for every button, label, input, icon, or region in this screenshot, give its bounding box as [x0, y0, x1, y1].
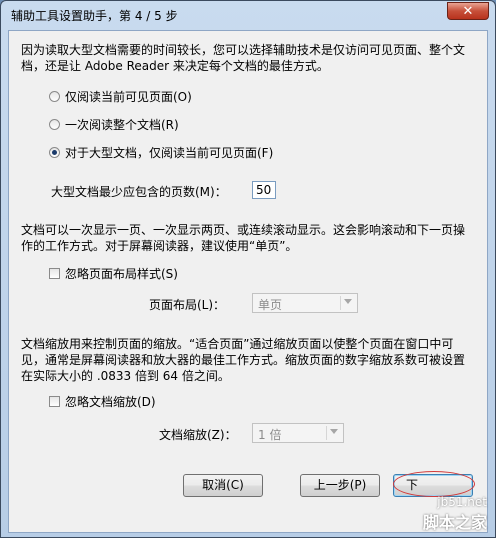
doc-zoom-select[interactable]: 1 倍 — [252, 423, 344, 443]
window-title: 辅助工具设置助手，第 4 / 5 步 — [11, 9, 178, 23]
radio-button[interactable] — [49, 91, 60, 102]
ignore-layout-checkbox[interactable] — [49, 268, 60, 279]
radio-read-visible[interactable]: 仅阅读当前可见页面(O) — [49, 88, 192, 105]
doc-zoom-label: 文档缩放(Z)： — [159, 428, 237, 442]
ignore-zoom-checkbox-row[interactable]: 忽略文档缩放(D) — [49, 393, 156, 410]
ignore-layout-checkbox-row[interactable]: 忽略页面布局样式(S) — [49, 265, 178, 282]
close-button[interactable]: ✕ — [447, 2, 489, 20]
layout-description: 文档可以一次显示一页、一次显示两页、或连续滚动显示。这会影响滚动和下一页操 作的… — [21, 222, 465, 254]
ignore-zoom-label: 忽略文档缩放(D) — [65, 395, 156, 409]
radio-label: 一次阅读整个文档(R) — [65, 118, 179, 132]
intro-line-2: 档，还是让 Adobe Reader 来决定每个文档的最佳方式。 — [21, 59, 329, 73]
title-bar[interactable]: 辅助工具设置助手，第 4 / 5 步 ✕ — [1, 1, 495, 29]
min-pages-label: 大型文档最少应包含的页数(M)： — [51, 185, 227, 199]
chevron-down-icon — [330, 429, 338, 434]
dialog-content: 因为读取大型文档需要的时间较长，您可以选择辅助技术是仅访问可见页面、整个文 档，… — [8, 30, 488, 533]
zoom-line-3: 在实际大小的 .0833 倍到 64 倍之间。 — [21, 369, 230, 383]
radio-read-whole[interactable]: 一次阅读整个文档(R) — [49, 116, 179, 133]
watermark: jb51.net 脚本之家 — [423, 495, 487, 533]
watermark-brand: 脚本之家 — [422, 513, 487, 532]
highlight-annotation — [393, 471, 475, 497]
dialog-window: 辅助工具设置助手，第 4 / 5 步 ✕ 因为读取大型文档需要的时间较长，您可以… — [0, 0, 496, 538]
radio-button[interactable] — [49, 119, 60, 130]
chevron-down-icon — [344, 299, 352, 304]
doc-zoom-value: 1 倍 — [258, 428, 282, 442]
zoom-description: 文档缩放用来控制页面的缩放。“适合页面”通过缩放页面以使整个页面在窗口中可 见，… — [21, 336, 465, 384]
intro-line-1: 因为读取大型文档需要的时间较长，您可以选择辅助技术是仅访问可见页面、整个文 — [21, 43, 466, 57]
radio-read-large[interactable]: 对于大型文档，仅阅读当前可见页面(F) — [49, 144, 273, 161]
intro-text: 因为读取大型文档需要的时间较长，您可以选择辅助技术是仅访问可见页面、整个文 档，… — [21, 42, 465, 74]
page-layout-select[interactable]: 单页 — [252, 293, 358, 313]
radio-label: 对于大型文档，仅阅读当前可见页面(F) — [65, 146, 274, 160]
ignore-zoom-checkbox[interactable] — [49, 396, 60, 407]
page-layout-label: 页面布局(L)： — [149, 298, 226, 312]
select-separator — [340, 296, 341, 310]
radio-label: 仅阅读当前可见页面(O) — [65, 90, 192, 104]
layout-line-2: 作的工作方式。对于屏幕阅读器，建议使用“单页”。 — [21, 239, 298, 253]
radio-button-selected[interactable] — [49, 147, 60, 158]
cancel-button[interactable]: 取消(C) — [183, 474, 263, 497]
back-button[interactable]: 上一步(P) — [300, 474, 380, 497]
zoom-line-1: 文档缩放用来控制页面的缩放。“适合页面”通过缩放页面以使整个页面在窗口中可 — [21, 337, 454, 351]
ignore-layout-label: 忽略页面布局样式(S) — [65, 267, 178, 281]
watermark-site: jb51.net — [437, 495, 487, 509]
select-separator — [326, 426, 327, 440]
min-pages-input[interactable] — [252, 181, 276, 199]
page-layout-value: 单页 — [258, 298, 283, 312]
zoom-line-2: 见，通常是屏幕阅读器和放大器的最佳工作方式。缩放页面的数字缩放系数可被设置 — [21, 353, 466, 367]
layout-line-1: 文档可以一次显示一页、一次显示两页、或连续滚动显示。这会影响滚动和下一页操 — [21, 223, 466, 237]
